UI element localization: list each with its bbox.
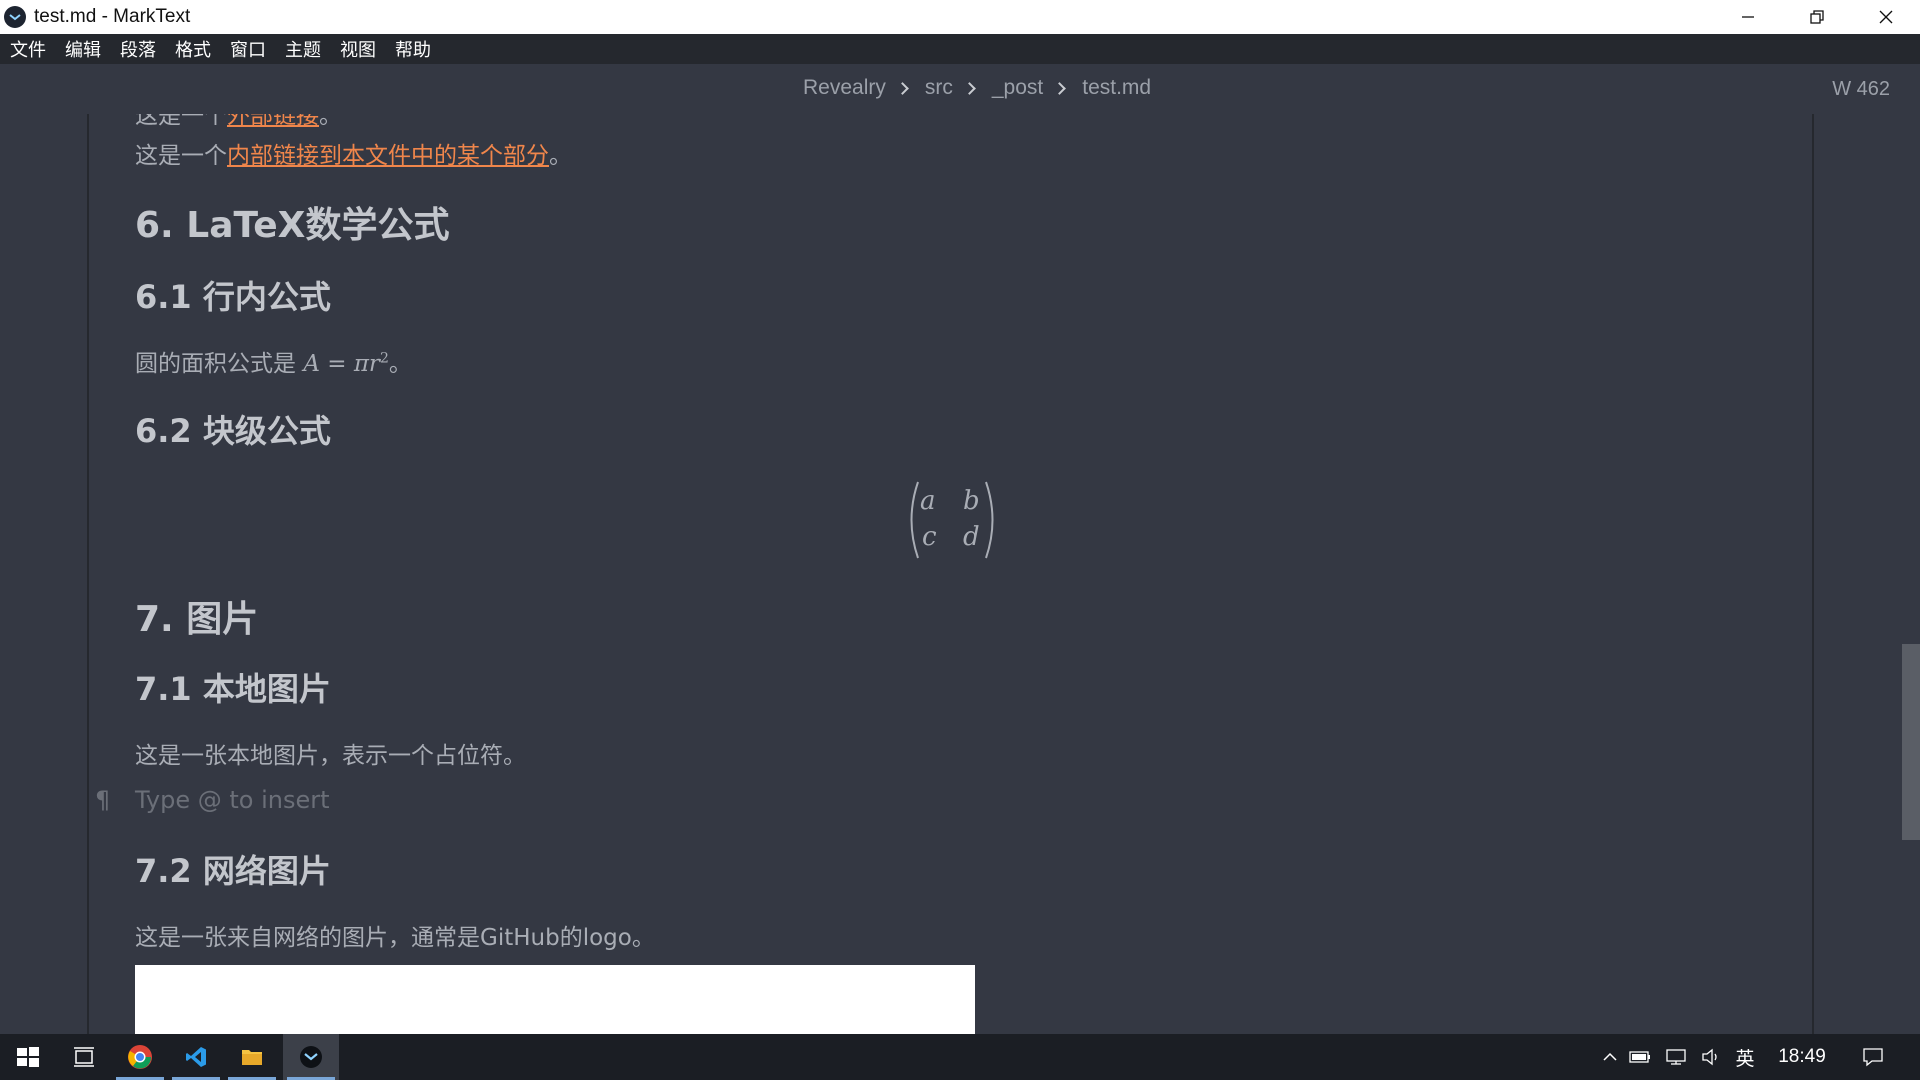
network-icon[interactable] bbox=[1658, 1048, 1694, 1066]
matrix-cell-b: b bbox=[963, 486, 980, 516]
left-paren-icon bbox=[910, 481, 919, 559]
menu-view[interactable]: 视图 bbox=[340, 36, 376, 62]
matrix-cell-c: c bbox=[922, 522, 937, 552]
breadcrumb-item-file[interactable]: test.md bbox=[1082, 76, 1151, 100]
inline-formula-paragraph: 圆的面积公式是 A = πr2。 bbox=[135, 350, 412, 377]
chevron-right-icon bbox=[1053, 81, 1067, 95]
volume-icon[interactable] bbox=[1694, 1048, 1728, 1066]
notification-icon[interactable] bbox=[1842, 1047, 1904, 1067]
breadcrumb-item-src[interactable]: src bbox=[925, 76, 953, 100]
chevron-right-icon bbox=[963, 81, 976, 95]
marktext-taskbar-icon[interactable] bbox=[283, 1034, 339, 1080]
menu-paragraph[interactable]: 段落 bbox=[120, 36, 156, 62]
ime-indicator[interactable]: 英 bbox=[1728, 1044, 1762, 1071]
file-explorer-icon[interactable] bbox=[224, 1034, 280, 1080]
inline-math[interactable]: A = πr2 bbox=[303, 350, 389, 377]
system-tray: 英 18:49 bbox=[1598, 1034, 1904, 1080]
menu-format[interactable]: 格式 bbox=[175, 36, 211, 62]
vscode-icon[interactable] bbox=[168, 1034, 224, 1080]
heading-local-image: 7.1 本地图片 bbox=[135, 670, 331, 708]
chevron-up-icon[interactable] bbox=[1598, 1052, 1622, 1062]
task-view-icon[interactable] bbox=[56, 1034, 112, 1080]
external-link[interactable]: 外部链接 bbox=[227, 114, 319, 129]
editor-area[interactable]: 这是一个外部链接。 这是一个内部链接到本文件中的某个部分。 6. LaTeX数学… bbox=[0, 114, 1920, 1034]
insert-placeholder[interactable]: ¶ Type @ to insert bbox=[95, 786, 330, 814]
restore-button[interactable] bbox=[1782, 0, 1851, 34]
menu-edit[interactable]: 编辑 bbox=[65, 36, 101, 62]
taskbar: 英 18:49 bbox=[0, 1034, 1920, 1080]
menu-window[interactable]: 窗口 bbox=[230, 36, 266, 62]
web-image[interactable] bbox=[135, 965, 975, 1034]
menu-theme[interactable]: 主题 bbox=[285, 36, 321, 62]
battery-icon[interactable] bbox=[1622, 1050, 1658, 1064]
start-icon[interactable] bbox=[0, 1034, 56, 1080]
menu-help[interactable]: 帮助 bbox=[395, 36, 431, 62]
close-button[interactable] bbox=[1851, 0, 1920, 34]
local-image-paragraph: 这是一张本地图片，表示一个占位符。 bbox=[135, 743, 526, 769]
heading-latex: 6. LaTeX数学公式 bbox=[135, 205, 450, 246]
external-link-line: 这是一个外部链接。 bbox=[135, 114, 342, 130]
matrix-cell-d: d bbox=[963, 522, 980, 552]
scrollbar-thumb[interactable] bbox=[1902, 644, 1920, 840]
breadcrumb: Revealry src _post test.md bbox=[803, 76, 1151, 100]
web-image-paragraph: 这是一张来自网络的图片，通常是GitHub的logo。 bbox=[135, 925, 655, 951]
internal-link-line: 这是一个内部链接到本文件中的某个部分。 bbox=[135, 143, 572, 169]
pilcrow-icon[interactable]: ¶ bbox=[95, 786, 110, 814]
menu-bar: 文件 编辑 段落 格式 窗口 主题 视图 帮助 bbox=[0, 34, 1920, 64]
minimize-button[interactable] bbox=[1713, 0, 1782, 34]
editor-right-border bbox=[1812, 114, 1814, 1034]
window-title: test.md - MarkText bbox=[34, 6, 191, 27]
editor-header: Revealry src _post test.md W 462 bbox=[0, 64, 1920, 114]
right-paren-icon bbox=[985, 481, 994, 559]
chevron-right-icon bbox=[896, 81, 909, 95]
editor-left-border bbox=[87, 114, 89, 1034]
chrome-icon[interactable] bbox=[112, 1034, 168, 1080]
breadcrumb-item-post[interactable]: _post bbox=[992, 76, 1043, 100]
breadcrumb-item-revealry[interactable]: Revealry bbox=[803, 76, 886, 100]
menu-file[interactable]: 文件 bbox=[10, 36, 46, 62]
heading-inline-formula: 6.1 行内公式 bbox=[135, 278, 331, 316]
marktext-logo-icon bbox=[4, 6, 26, 28]
block-math-matrix[interactable]: a b c d bbox=[903, 480, 1023, 560]
heading-web-image: 7.2 网络图片 bbox=[135, 852, 331, 890]
word-count[interactable]: W 462 bbox=[1832, 78, 1890, 101]
title-bar: test.md - MarkText bbox=[0, 0, 1920, 34]
heading-block-formula: 6.2 块级公式 bbox=[135, 412, 331, 450]
clock[interactable]: 18:49 bbox=[1762, 1046, 1842, 1068]
internal-link[interactable]: 内部链接到本文件中的某个部分 bbox=[227, 143, 549, 169]
heading-images: 7. 图片 bbox=[135, 599, 259, 640]
matrix-cell-a: a bbox=[920, 486, 936, 516]
